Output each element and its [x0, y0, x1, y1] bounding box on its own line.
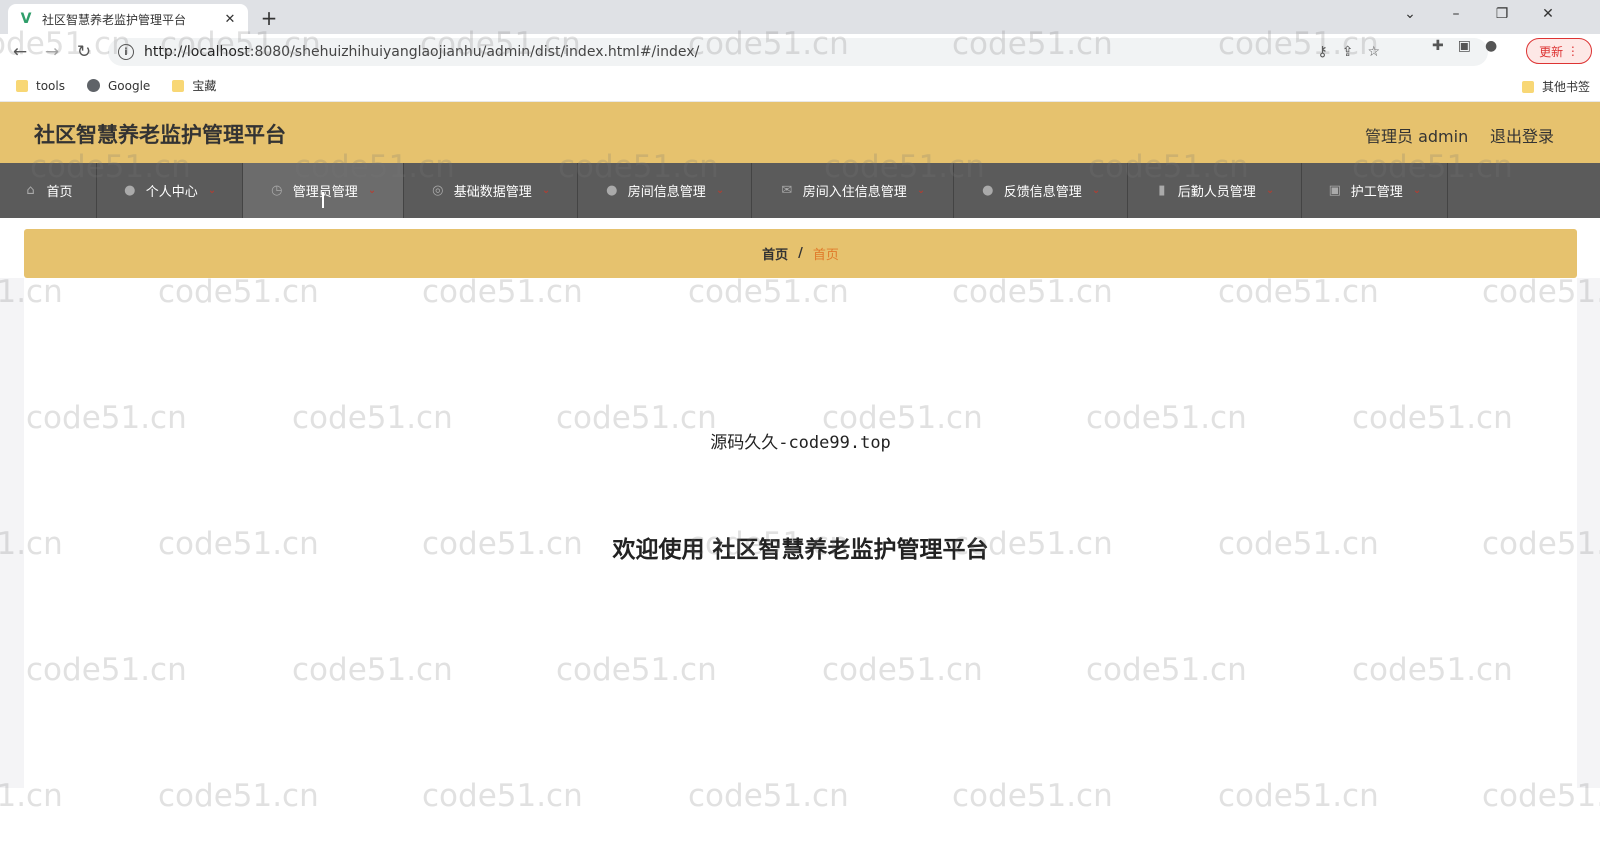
key-icon[interactable]: ⚷: [1317, 44, 1327, 60]
site-info-icon[interactable]: i: [118, 44, 134, 60]
new-tab-button[interactable]: +: [258, 6, 280, 30]
other-bookmarks[interactable]: 其他书签: [1521, 78, 1590, 95]
forward-icon[interactable]: →: [40, 42, 64, 62]
nav-item-feedback[interactable]: ● 反馈信息管理 ⌄: [954, 163, 1128, 218]
restore-icon[interactable]: ❐: [1488, 6, 1516, 22]
nav-item-caregiver[interactable]: ▣ 护工管理 ⌄: [1302, 163, 1448, 218]
main-nav: ⌂ 首页 ● 个人中心 ⌄ ◷ 管理员管理 ⌄ ◎ 基础数据管理 ⌄ ● 房间信息管理 ⌄ ✉ 房间…: [0, 163, 1600, 218]
vue-logo-icon: V: [20, 11, 32, 27]
chevron-down-icon: ⌄: [367, 185, 377, 196]
url-path: :8080/shehuizhihuiyanglaojianhu/admin/di…: [249, 44, 700, 60]
profile-icon[interactable]: ●: [1485, 38, 1497, 54]
page-margin-left: [0, 278, 24, 788]
minimize-icon[interactable]: –: [1442, 6, 1470, 22]
main-content: 源码久久-code99.top 欢迎使用 社区智慧养老监护管理平台: [24, 288, 1577, 788]
chevron-down-icon: ⌄: [1265, 185, 1275, 196]
nav-item-personal-center[interactable]: ● 个人中心 ⌄: [97, 163, 243, 218]
share-icon[interactable]: ⇪: [1342, 44, 1354, 60]
mouse-cursor-icon: [322, 192, 334, 208]
close-window-icon[interactable]: ✕: [1534, 6, 1562, 22]
app-header: 社区智慧养老监护管理平台 管理员 admin 退出登录: [0, 102, 1600, 163]
browser-tab-strip: V 社区智慧养老监护管理平台 ✕ + ⌄ – ❐ ✕: [0, 0, 1600, 34]
chevron-down-icon: ⌄: [1412, 185, 1422, 196]
folder-icon: [172, 79, 185, 92]
chevron-down-icon: ⌄: [916, 185, 926, 196]
extensions-icon[interactable]: ✚: [1432, 38, 1444, 54]
other-bookmarks-label: 其他书签: [1541, 80, 1590, 94]
current-user: 管理员 admin: [1365, 127, 1469, 146]
tab-close-icon[interactable]: ✕: [222, 12, 238, 27]
globe-icon: [86, 79, 100, 92]
bookmark-treasure[interactable]: 宝藏: [172, 77, 216, 94]
folder-icon: [1521, 80, 1534, 93]
browser-tab[interactable]: V 社区智慧养老监护管理平台 ✕: [8, 4, 248, 34]
nav-item-logistics[interactable]: ▮ 后勤人员管理 ⌄: [1128, 163, 1302, 218]
user-icon: ●: [124, 183, 136, 198]
bar-chart-icon: ▮: [1158, 183, 1166, 198]
nav-label: 反馈信息管理: [1003, 185, 1082, 200]
update-button[interactable]: 更新 ⋮: [1526, 38, 1592, 64]
bookmark-label: tools: [36, 78, 65, 93]
nav-item-room-info[interactable]: ● 房间信息管理 ⌄: [578, 163, 752, 218]
mail-icon: ✉: [781, 183, 793, 198]
nav-item-room-checkin[interactable]: ✉ 房间入住信息管理 ⌄: [752, 163, 954, 218]
bookmark-google[interactable]: Google: [86, 78, 151, 93]
breadcrumb-separator: /: [798, 246, 803, 261]
logout-link[interactable]: 退出登录: [1490, 123, 1554, 147]
welcome-heading: 欢迎使用 社区智慧养老监护管理平台: [612, 537, 989, 563]
tab-title: 社区智慧养老监护管理平台: [42, 12, 187, 27]
chevron-down-icon: ⌄: [715, 185, 725, 196]
drop-icon: ●: [982, 183, 994, 198]
person-icon: ●: [606, 183, 618, 198]
nav-label: 房间信息管理: [627, 185, 706, 200]
home-icon: ⌂: [26, 183, 35, 198]
breadcrumb: 首页 / 首页: [24, 229, 1577, 278]
nav-label: 房间入住信息管理: [802, 185, 907, 200]
chevron-down-icon: ⌄: [207, 185, 217, 196]
nav-label: 基础数据管理: [453, 185, 532, 200]
url-host: http://localhost: [144, 44, 250, 60]
bookmarks-bar: tools Google 宝藏 其他书签: [0, 70, 1600, 102]
bookmark-label: 宝藏: [192, 79, 217, 93]
update-label: 更新: [1539, 44, 1564, 59]
address-bar-row: ← → ↻ i http://localhost:8080/shehuizhih…: [0, 34, 1600, 70]
reload-icon[interactable]: ↻: [72, 42, 96, 62]
target-icon: ◎: [432, 183, 444, 198]
nav-label: 护工管理: [1350, 185, 1403, 200]
folder-icon: [16, 79, 28, 92]
app-title: 社区智慧养老监护管理平台: [34, 123, 286, 147]
url-field[interactable]: i http://localhost:8080/shehuizhihuiyang…: [108, 38, 1488, 66]
side-panel-icon[interactable]: ▣: [1458, 38, 1471, 54]
bookmark-label: Google: [107, 78, 151, 93]
clipboard-icon: ▣: [1328, 183, 1341, 198]
nav-item-home[interactable]: ⌂ 首页: [0, 163, 97, 218]
breadcrumb-home[interactable]: 首页: [762, 244, 788, 263]
clock-icon: ◷: [271, 183, 283, 198]
chevron-down-icon: ⌄: [1091, 185, 1101, 196]
back-icon[interactable]: ←: [8, 42, 32, 62]
nav-label: 首页: [46, 185, 73, 200]
bookmark-tools[interactable]: tools: [16, 79, 65, 93]
chevron-down-icon: ⌄: [541, 185, 551, 196]
nav-item-basic-data[interactable]: ◎ 基础数据管理 ⌄: [404, 163, 578, 218]
nav-label: 个人中心: [145, 185, 198, 200]
tab-search-icon[interactable]: ⌄: [1396, 6, 1424, 22]
nav-label: 后勤人员管理: [1177, 185, 1256, 200]
nav-item-admin-management[interactable]: ◷ 管理员管理 ⌄: [243, 163, 404, 218]
page-margin-right: [1577, 278, 1600, 788]
source-text: 源码久久-code99.top: [710, 433, 891, 453]
star-icon[interactable]: ☆: [1367, 44, 1380, 60]
breadcrumb-current: 首页: [812, 248, 839, 263]
